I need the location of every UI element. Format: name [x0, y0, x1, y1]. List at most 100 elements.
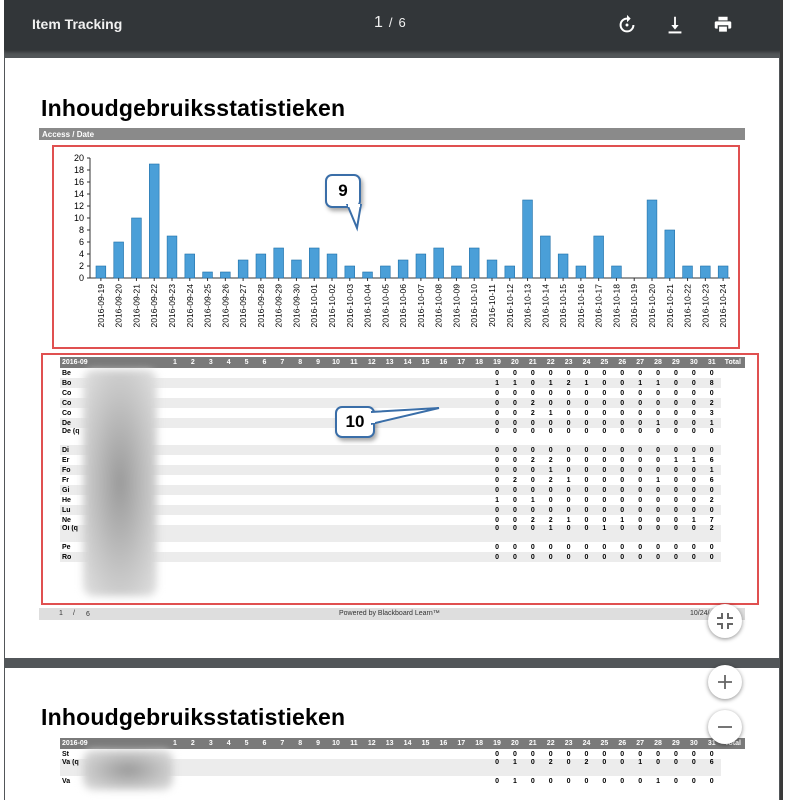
cell: 2 [577, 759, 596, 776]
cell [381, 776, 399, 786]
report-footer: 1 / 6 Powered by Blackboard Learn™ 10/24… [39, 608, 745, 620]
cell: 0 [548, 750, 553, 758]
day-header: 9 [309, 738, 328, 749]
page-heading: Inhoudgebruiksstatistieken [41, 95, 346, 121]
cell: 0 [613, 759, 632, 776]
cell [399, 749, 417, 759]
cell [363, 749, 381, 759]
cell [273, 749, 291, 759]
cell [309, 759, 328, 776]
cell [399, 776, 417, 786]
cell: 0 [684, 759, 703, 776]
cell: 0 [548, 777, 553, 785]
cell [380, 759, 399, 776]
callout-9: 9 [325, 174, 361, 208]
cell [256, 749, 274, 759]
cell: 0 [584, 750, 589, 758]
cell: 0 [620, 750, 625, 758]
day-header: 10 [327, 738, 345, 749]
cell [256, 776, 274, 786]
pdf-page-1: Inhoudgebruiksstatistieken Access / Date… [5, 58, 779, 658]
cell [327, 749, 345, 759]
table-highlight-frame [41, 353, 759, 605]
download-icon[interactable] [664, 14, 686, 36]
day-header: 22 [541, 738, 560, 749]
day-header: 11 [344, 738, 363, 749]
cell [273, 776, 291, 786]
cell: 1 [631, 759, 650, 776]
cell [309, 776, 327, 786]
fit-page-button[interactable] [708, 604, 742, 638]
day-header: 26 [613, 738, 632, 749]
cell: 1 [656, 777, 660, 785]
cell: 0 [666, 759, 685, 776]
day-header: 3 [201, 738, 220, 749]
viewer-toolbar: Item Tracking 1 / 6 [4, 0, 780, 50]
cell [345, 749, 363, 759]
cell: 0 [488, 759, 506, 776]
cell [417, 776, 435, 786]
day-header: 16 [434, 738, 453, 749]
cell: 0 [530, 750, 535, 758]
cell [184, 749, 202, 759]
callout-9-pointer [345, 204, 363, 232]
cell [183, 759, 202, 776]
cell: 0 [638, 777, 643, 785]
chart-highlight-frame [52, 145, 740, 349]
cell: 0 [595, 759, 614, 776]
total-pages: 6 [398, 15, 406, 30]
cell: 1 [512, 777, 517, 785]
cell [417, 749, 435, 759]
current-page[interactable]: 1 [374, 14, 383, 31]
cell [363, 776, 381, 786]
row-total: 6 [702, 759, 721, 776]
cell [184, 776, 202, 786]
day-header: 28 [649, 738, 667, 749]
cell [345, 776, 363, 786]
callout-10-pointer [371, 407, 440, 426]
cell [470, 776, 488, 786]
footer-page: 1 [59, 610, 63, 617]
plus-icon [718, 675, 732, 689]
page-indicator: 1 / 6 [374, 14, 406, 32]
footer-total: 6 [86, 611, 90, 618]
day-header: 6 [255, 738, 274, 749]
day-header: 1 [166, 738, 184, 749]
zoom-in-button[interactable] [708, 665, 742, 699]
cell [220, 776, 238, 786]
day-header: 23 [559, 738, 578, 749]
cell [237, 759, 256, 776]
print-icon[interactable] [712, 14, 734, 36]
cell: 0 [656, 750, 660, 758]
pdf-viewer: Item Tracking 1 / 6 Inhoudgebruiksstatisti… [4, 0, 783, 800]
cell [434, 749, 452, 759]
cell [255, 759, 274, 776]
cell: 0 [602, 750, 607, 758]
cell [416, 759, 435, 776]
cell: 0 [620, 777, 625, 785]
cell [398, 759, 417, 776]
footer-date: 10/24/ [690, 610, 710, 617]
day-header: 19 [488, 738, 506, 749]
cell [291, 759, 310, 776]
cell [238, 749, 256, 759]
zoom-out-button[interactable] [708, 710, 742, 744]
chart-section-label: Access / Date [42, 130, 95, 139]
cell: 0 [566, 750, 571, 758]
day-header: 5 [237, 738, 256, 749]
cell [452, 776, 470, 786]
month-header: 2016-09 [60, 738, 167, 749]
cell [273, 759, 292, 776]
day-header: 27 [631, 738, 650, 749]
pdf-page-2: Inhoudgebruiksstatistieken 2016-09 1 2 3 4 5 6… [5, 668, 779, 800]
day-header: 12 [362, 738, 381, 749]
day-header: 4 [219, 738, 238, 749]
cell [327, 776, 345, 786]
document-title: Item Tracking [32, 16, 123, 32]
day-header: 8 [291, 738, 310, 749]
day-header: 29 [666, 738, 685, 749]
cell [291, 749, 309, 759]
compress-icon [717, 613, 733, 629]
rotate-icon[interactable] [616, 14, 638, 36]
minus-icon [718, 726, 732, 728]
